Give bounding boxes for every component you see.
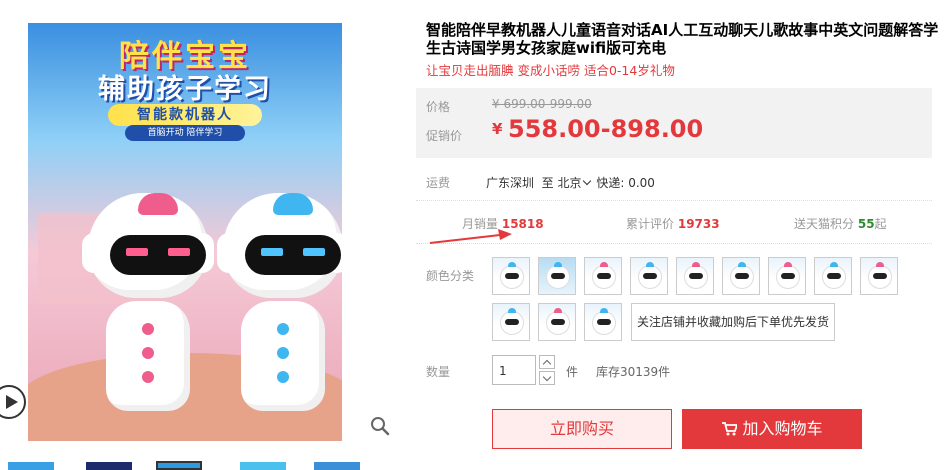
quantity-decrease-button[interactable] bbox=[539, 371, 555, 385]
thumbnail[interactable] bbox=[8, 462, 54, 470]
price-box: 价格 ¥ 699.00-999.00 促销价 ¥ 558.00-898.00 bbox=[416, 88, 932, 158]
color-swatch[interactable] bbox=[584, 303, 622, 341]
shipping-row: 运费 广东深圳 至 北京 快递: 0.00 bbox=[416, 172, 932, 190]
buy-now-button[interactable]: 立即购买 bbox=[492, 409, 672, 449]
follow-store-button[interactable]: 关注店铺并收藏加购后下单优先发货 bbox=[631, 303, 835, 341]
thumbnail[interactable] bbox=[314, 462, 360, 470]
color-swatch[interactable] bbox=[676, 257, 714, 295]
promo-price-label: 促销价 bbox=[426, 129, 463, 143]
color-swatch[interactable] bbox=[538, 257, 576, 295]
color-swatch[interactable] bbox=[768, 257, 806, 295]
thumbnail[interactable] bbox=[86, 462, 132, 470]
express-fee: 快递: 0.00 bbox=[596, 176, 655, 190]
color-swatches: 关注店铺并收藏加购后下单优先发货 bbox=[492, 257, 932, 347]
original-price: ¥ 699.00-999.00 bbox=[492, 97, 592, 111]
color-swatch[interactable] bbox=[492, 303, 530, 341]
ship-from: 广东深圳 bbox=[486, 176, 535, 190]
color-swatch[interactable] bbox=[860, 257, 898, 295]
thumbnail[interactable] bbox=[240, 462, 286, 470]
ship-to-word: 至 bbox=[541, 176, 554, 190]
ship-to-city: 北京 bbox=[557, 176, 582, 190]
promo-headline: 辅助孩子学习 bbox=[98, 74, 272, 105]
ship-to-selector[interactable]: 北京 bbox=[558, 176, 593, 190]
color-swatch[interactable] bbox=[584, 257, 622, 295]
quantity-label: 数量 bbox=[426, 365, 451, 379]
color-swatch[interactable] bbox=[630, 257, 668, 295]
review-count-value: 19733 bbox=[677, 217, 720, 231]
product-info-panel: 智能陪伴早教机器人儿童语音对话AI人工互动聊天儿歌故事中英文问题解答学生古诗国学… bbox=[416, 0, 950, 470]
promo-price-value: 558.00-898.00 bbox=[508, 115, 704, 143]
play-video-icon[interactable] bbox=[0, 385, 26, 419]
promo-tags: 首脑开动 陪伴学习 bbox=[125, 125, 245, 141]
promo-price: ¥ 558.00-898.00 bbox=[492, 115, 703, 143]
color-label: 颜色分类 bbox=[426, 269, 475, 283]
color-swatch[interactable] bbox=[722, 257, 760, 295]
robot-pink-image bbox=[78, 183, 218, 433]
stock-count: 库存30139件 bbox=[596, 365, 671, 379]
color-swatch[interactable] bbox=[814, 257, 852, 295]
tmall-points-label: 送天猫积分 bbox=[794, 217, 855, 231]
shipping-label: 运费 bbox=[426, 176, 451, 190]
product-subtitle: 让宝贝走出腼腆 变成小话唠 适合0-14岁礼物 bbox=[426, 63, 675, 78]
annotation-arrow-icon bbox=[429, 229, 512, 244]
product-title: 智能陪伴早教机器人儿童语音对话AI人工互动聊天儿歌故事中英文问题解答学生古诗国学… bbox=[426, 21, 939, 57]
main-product-image[interactable]: 陪伴宝宝 辅助孩子学习 智能款机器人 首脑开动 陪伴学习 bbox=[28, 23, 342, 441]
magnifier-zoom-icon[interactable] bbox=[370, 416, 390, 436]
color-swatch[interactable] bbox=[492, 257, 530, 295]
original-price-label: 价格 bbox=[426, 100, 451, 114]
tmall-points: 送天猫积分 55起 bbox=[794, 215, 887, 232]
quantity-unit: 件 bbox=[566, 365, 579, 379]
currency-symbol: ¥ bbox=[492, 120, 503, 138]
review-count[interactable]: 累计评价 19733 bbox=[626, 215, 720, 232]
product-gallery: 陪伴宝宝 辅助孩子学习 智能款机器人 首脑开动 陪伴学习 bbox=[0, 0, 405, 470]
cart-icon bbox=[722, 422, 738, 436]
quantity-increase-button[interactable] bbox=[539, 355, 555, 369]
robot-blue-image bbox=[213, 183, 342, 433]
thumbnail-selected[interactable] bbox=[156, 461, 202, 470]
thumbnail-strip bbox=[0, 461, 405, 470]
chevron-down-icon bbox=[582, 176, 591, 186]
review-count-label: 累计评价 bbox=[626, 217, 675, 231]
add-to-cart-label: 加入购物车 bbox=[742, 419, 823, 438]
promo-subtitle: 智能款机器人 bbox=[108, 104, 262, 126]
quantity-input[interactable]: 1 bbox=[492, 355, 536, 385]
add-to-cart-button[interactable]: 加入购物车 bbox=[682, 409, 862, 449]
color-swatch[interactable] bbox=[538, 303, 576, 341]
tmall-points-value: 55 bbox=[857, 217, 875, 231]
tmall-points-suffix: 起 bbox=[874, 217, 887, 231]
